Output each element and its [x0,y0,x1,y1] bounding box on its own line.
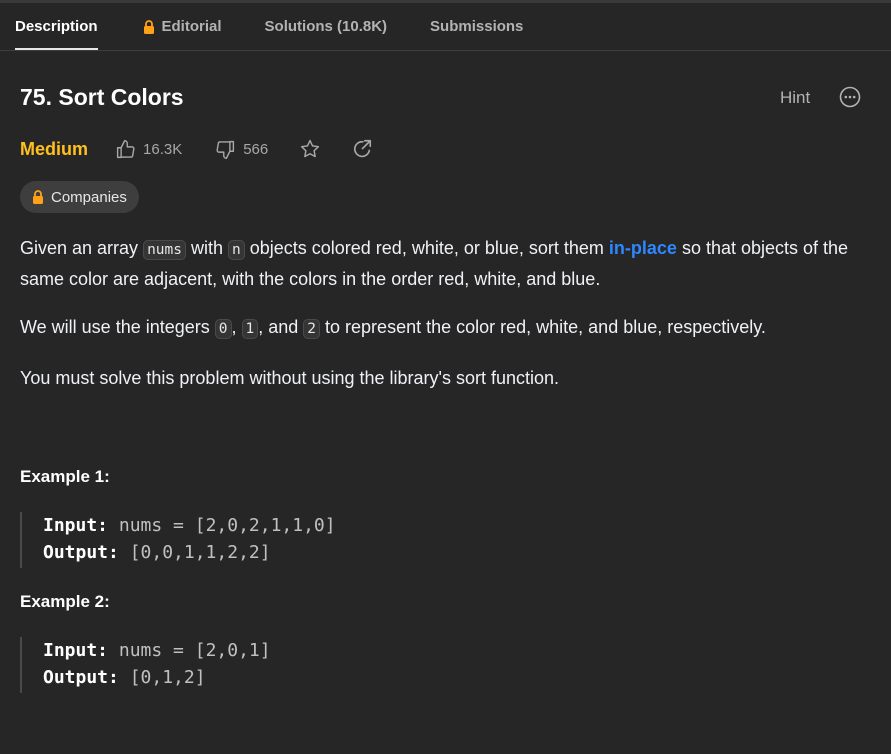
tab-solutions[interactable]: Solutions (10.8K) [265,3,388,50]
output-label: Output: [43,667,119,688]
tab-editorial[interactable]: Editorial [143,3,222,50]
problem-meta: Medium 16.3K 566 [20,135,373,163]
inline-code: 0 [214,319,232,339]
description-paragraph: We will use the integers 0, 1, and 2 to … [20,317,766,339]
tab-label: Submissions [430,18,524,35]
share-icon[interactable] [351,138,373,160]
lock-icon [143,19,155,34]
lock-icon [32,190,44,204]
dislike-button[interactable]: 566 [215,139,268,160]
like-button[interactable]: 16.3K [115,139,182,160]
output-label: Output: [43,542,119,563]
companies-button[interactable]: Companies [20,181,139,213]
inline-code: nums [143,240,186,260]
input-value: nums = [2,0,1] [108,640,271,661]
inline-code: 1 [241,319,259,339]
thumbs-down-icon [216,140,235,159]
example-title: Example 1: [20,467,110,486]
in-place-link[interactable]: in-place [609,238,677,258]
thumbs-up-icon [116,139,135,158]
example-title: Example 2: [20,592,110,611]
input-label: Input: [43,515,109,536]
description-paragraph: Given an array nums with n objects color… [20,238,849,289]
tab-label: Description [15,18,98,35]
tab-label: Solutions (10.8K) [264,18,388,35]
tab-submissions[interactable]: Submissions [430,3,523,50]
more-options-icon[interactable] [839,86,861,108]
tab-label: Editorial [161,18,222,35]
description-paragraph: You must solve this problem without usin… [20,368,560,388]
example-block: Input: nums = [2,0,1] Output: [0,1,2] [20,637,271,693]
problem-title: 75. Sort Colors [20,84,184,110]
companies-label: Companies [51,188,127,206]
dislike-count: 566 [243,140,269,158]
hint-button[interactable]: Hint [780,88,810,108]
like-count: 16.3K [143,140,183,158]
tab-bar: Description Editorial Solutions (10.8K) … [0,3,891,51]
input-value: nums = [2,0,2,1,1,0] [108,515,336,536]
inline-code: n [228,240,245,260]
inline-code: 2 [303,319,321,339]
tab-description[interactable]: Description [15,3,98,50]
output-value: [0,0,1,1,2,2] [118,542,271,563]
star-icon[interactable] [299,138,321,160]
output-value: [0,1,2] [118,667,206,688]
input-label: Input: [43,640,109,661]
example-block: Input: nums = [2,0,2,1,1,0] Output: [0,0… [20,512,336,568]
difficulty-badge: Medium [20,138,89,159]
